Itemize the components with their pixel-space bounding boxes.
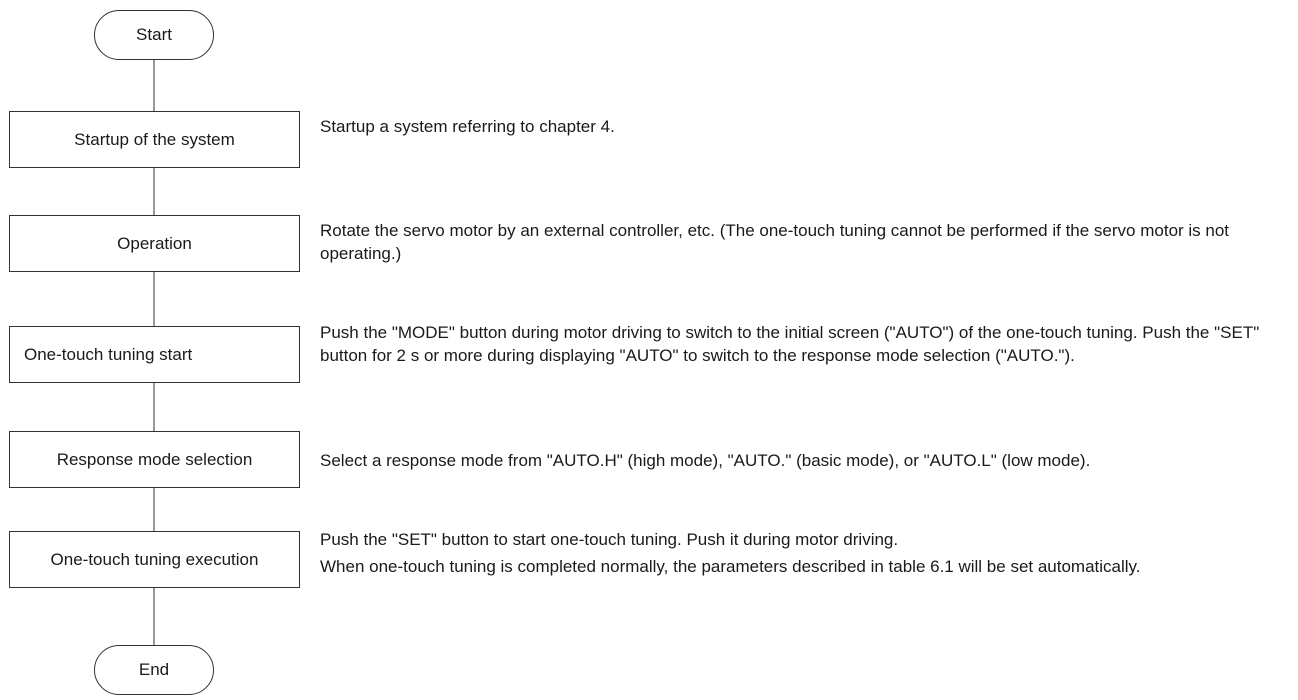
step-label: Operation (117, 233, 192, 253)
description-text: Startup a system referring to chapter 4. (320, 117, 615, 136)
step-description-tuning-start: Push the "MODE" button during motor driv… (320, 321, 1295, 367)
step-label: Response mode selection (56, 449, 253, 469)
step-operation: Operation (9, 215, 300, 272)
step-label: One-touch tuning start (24, 344, 193, 364)
step-startup-of-the-system: Startup of the system (9, 111, 300, 168)
description-text: Select a response mode from "AUTO.H" (hi… (320, 451, 1091, 470)
start-label: Start (136, 25, 172, 44)
step-one-touch-tuning-execution: One-touch tuning execution (9, 531, 300, 588)
step-label: One-touch tuning execution (50, 549, 259, 569)
step-one-touch-tuning-start: One-touch tuning start (9, 326, 300, 383)
end-terminal: End (94, 645, 214, 695)
description-text: Push the "SET" button to start one-touch… (320, 530, 899, 549)
step-description-startup: Startup a system referring to chapter 4. (320, 115, 1295, 138)
end-label: End (138, 660, 170, 679)
description-text: Rotate the servo motor by an external co… (320, 221, 1230, 263)
step-label: Startup of the system (74, 129, 235, 149)
description-text: Push the "MODE" button during motor driv… (320, 323, 1260, 365)
step-description-operation: Rotate the servo motor by an external co… (320, 219, 1295, 265)
step-description-response-mode: Select a response mode from "AUTO.H" (hi… (320, 449, 1295, 472)
step-description-tuning-execution: Push the "SET" button to start one-touch… (320, 528, 1295, 578)
step-response-mode-selection: Response mode selection (9, 431, 300, 488)
start-terminal: Start (94, 10, 214, 60)
description-text: When one-touch tuning is completed norma… (320, 557, 1141, 576)
